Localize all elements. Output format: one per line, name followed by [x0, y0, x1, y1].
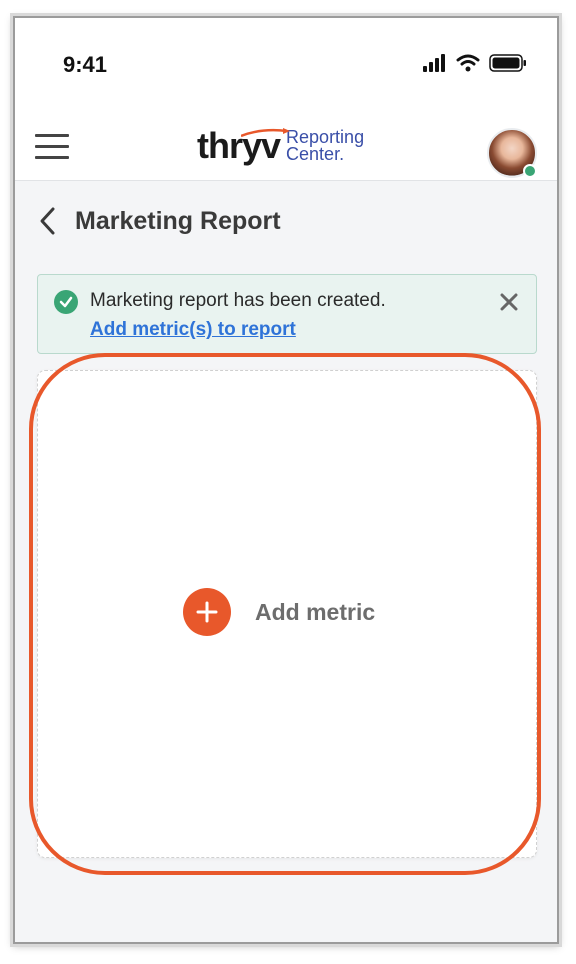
check-circle-icon [54, 290, 78, 314]
success-alert: Marketing report has been created. Add m… [37, 274, 537, 354]
app-header: thryv Reporting Center. [15, 110, 557, 181]
add-metric-button[interactable]: Add metric [183, 588, 375, 636]
battery-icon [489, 54, 526, 72]
online-status-dot [523, 164, 537, 178]
close-icon[interactable] [498, 291, 520, 313]
back-chevron-icon[interactable] [37, 206, 59, 236]
page-title-row: Marketing Report [37, 206, 281, 236]
status-icons [423, 54, 527, 72]
alert-message: Marketing report has been created. [90, 290, 386, 311]
hamburger-menu-icon[interactable] [35, 134, 69, 160]
signal-icon [423, 54, 445, 72]
app-logo: thryv Reporting Center. [197, 116, 364, 176]
logo-wordmark: thryv [197, 125, 290, 167]
logo-swoosh-icon [241, 128, 290, 138]
phone-frame: 9:41 thryv Reporting Center. Marketing R… [13, 16, 559, 944]
plus-icon [183, 588, 231, 636]
logo-subtitle: Reporting Center. [286, 128, 364, 164]
add-metrics-link[interactable]: Add metric(s) to report [90, 319, 296, 341]
wifi-icon [456, 54, 480, 72]
logo-subtitle-line2: Center. [286, 144, 345, 164]
add-metric-label: Add metric [255, 598, 376, 625]
page-title: Marketing Report [75, 206, 281, 235]
status-time: 9:41 [63, 52, 108, 77]
user-avatar[interactable] [487, 128, 537, 178]
status-bar: 9:41 [15, 18, 557, 110]
